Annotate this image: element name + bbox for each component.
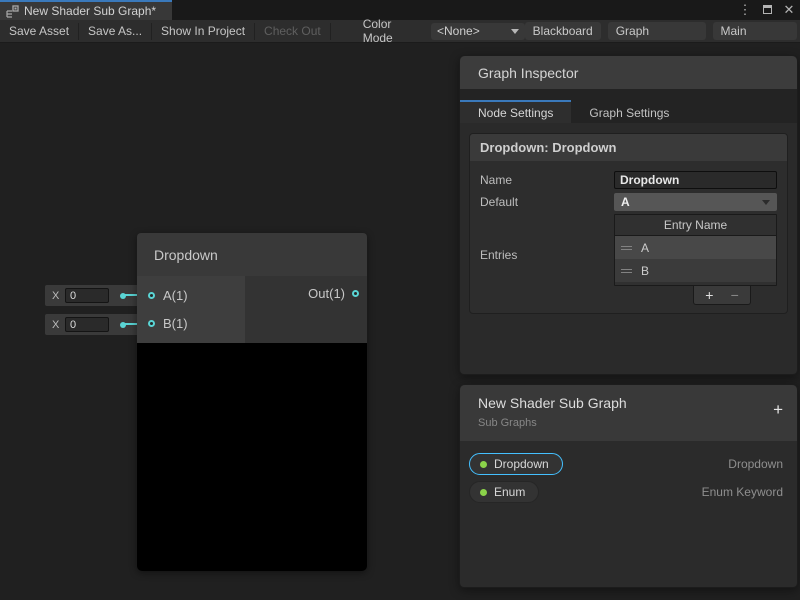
keyword-dot-icon <box>480 489 487 496</box>
add-property-button[interactable]: + <box>773 401 783 418</box>
section-title: Dropdown: Dropdown <box>470 134 787 161</box>
blackboard-item-dropdown: Dropdown Dropdown <box>460 450 797 478</box>
graph-inspector-toggle-button[interactable]: Graph Inspector <box>608 22 706 40</box>
window-menu-icon[interactable]: ⋮ <box>738 0 752 20</box>
tab-graph-settings[interactable]: Graph Settings <box>571 100 687 123</box>
entry-row-label: A <box>641 241 649 255</box>
entries-add-remove-box: + − <box>693 286 751 305</box>
output-port-label: Out(1) <box>308 286 345 301</box>
blackboard-subtitle: Sub Graphs <box>478 417 797 429</box>
color-mode-label: Color Mode <box>355 17 431 45</box>
default-dropdown[interactable]: A <box>614 193 777 211</box>
drag-handle-icon[interactable] <box>621 244 632 252</box>
check-out-button: Check Out <box>255 20 330 43</box>
blackboard-panel: New Shader Sub Graph Sub Graphs + Dropdo… <box>459 384 798 588</box>
save-asset-button[interactable]: Save Asset <box>0 20 78 43</box>
show-in-project-button[interactable]: Show In Project <box>152 20 254 43</box>
entries-table: Entry Name A B <box>614 214 777 286</box>
slot-value-field-b[interactable] <box>65 317 109 332</box>
save-as-button[interactable]: Save As... <box>79 20 151 43</box>
blackboard-body: Dropdown Dropdown Enum Enum Keyword <box>460 441 797 506</box>
entries-label: Entries <box>480 248 614 262</box>
slot-axis-label: X <box>52 319 65 331</box>
default-dropdown-value: A <box>621 195 630 209</box>
blackboard-toggle-button[interactable]: Blackboard <box>525 22 601 40</box>
add-entry-button[interactable]: + <box>699 287 719 304</box>
toolbar-separator <box>330 23 331 40</box>
window-controls: ⋮ ✕ <box>738 0 796 20</box>
entry-row-b[interactable]: B <box>615 259 776 282</box>
window-maximize-icon[interactable] <box>760 0 774 20</box>
name-property-row: Name <box>480 171 777 189</box>
default-label: Default <box>480 195 614 209</box>
input-port-b-icon[interactable] <box>148 320 155 327</box>
inspector-content: Dropdown: Dropdown Name Default A Entrie… <box>460 123 797 324</box>
node-body: A(1) B(1) Out(1) <box>137 276 367 343</box>
enum-property-pill[interactable]: Enum <box>469 481 539 503</box>
default-property-row: Default A <box>480 193 777 211</box>
node-output-column: Out(1) <box>245 276 367 343</box>
dropdown-property-pill[interactable]: Dropdown <box>469 453 563 475</box>
color-mode-value: <None> <box>437 24 480 38</box>
name-label: Name <box>480 173 614 187</box>
input-port-row-a: A(1) <box>137 283 245 307</box>
slot-axis-label: X <box>52 290 65 302</box>
node-input-column: A(1) B(1) <box>137 276 245 343</box>
inspector-tab-strip: Node Settings Graph Settings <box>460 89 797 123</box>
entry-row-label: B <box>641 264 649 278</box>
graph-toolbar: Save Asset Save As... Show In Project Ch… <box>0 20 800 43</box>
input-port-a-label: A(1) <box>163 288 188 303</box>
color-mode-dropdown[interactable]: <None> <box>431 23 525 40</box>
document-tab-label: New Shader Sub Graph* <box>24 4 156 18</box>
subgraph-asset-icon <box>6 5 19 18</box>
entries-property-row: Entries Entry Name A B <box>480 214 777 286</box>
tab-node-settings[interactable]: Node Settings <box>460 100 571 123</box>
remove-entry-button[interactable]: − <box>725 287 745 304</box>
main-preview-toggle-button[interactable]: Main Preview <box>713 22 797 40</box>
dropdown-node[interactable]: Dropdown A(1) B(1) Out(1) <box>137 233 367 571</box>
slot-value-field-a[interactable] <box>65 288 109 303</box>
blackboard-header[interactable]: New Shader Sub Graph Sub Graphs + <box>460 385 797 441</box>
toolbar-right-group: Blackboard Graph Inspector Main Preview <box>525 22 800 40</box>
entry-row-a[interactable]: A <box>615 236 776 259</box>
dropdown-arrow-icon <box>511 29 519 34</box>
graph-inspector-header[interactable]: Graph Inspector <box>460 56 797 89</box>
keyword-dot-icon <box>480 461 487 468</box>
property-type-label: Enum Keyword <box>702 485 783 499</box>
input-port-row-b: B(1) <box>137 312 245 336</box>
input-port-b-label: B(1) <box>163 316 188 331</box>
output-port-row: Out(1) <box>308 286 359 301</box>
graph-inspector-panel: Graph Inspector Node Settings Graph Sett… <box>459 55 798 375</box>
input-port-a-icon[interactable] <box>148 292 155 299</box>
property-type-label: Dropdown <box>728 457 783 471</box>
node-preview <box>137 343 367 571</box>
pill-label: Enum <box>494 485 525 499</box>
output-port-icon[interactable] <box>352 290 359 297</box>
dropdown-settings-section: Dropdown: Dropdown Name Default A Entrie… <box>469 133 788 314</box>
drag-handle-icon[interactable] <box>621 267 632 275</box>
entries-table-header: Entry Name <box>615 215 776 236</box>
blackboard-title: New Shader Sub Graph <box>478 395 797 411</box>
window-close-icon[interactable]: ✕ <box>782 0 796 20</box>
name-field[interactable] <box>614 171 777 189</box>
pill-label: Dropdown <box>494 457 549 471</box>
entries-table-footer: + − <box>480 286 777 305</box>
document-tab[interactable]: New Shader Sub Graph* <box>0 0 172 20</box>
blackboard-item-enum: Enum Enum Keyword <box>460 478 797 506</box>
dropdown-arrow-icon <box>762 200 770 205</box>
node-title[interactable]: Dropdown <box>137 233 367 276</box>
shader-graph-window: New Shader Sub Graph* ⋮ ✕ Save Asset Sav… <box>0 0 800 600</box>
